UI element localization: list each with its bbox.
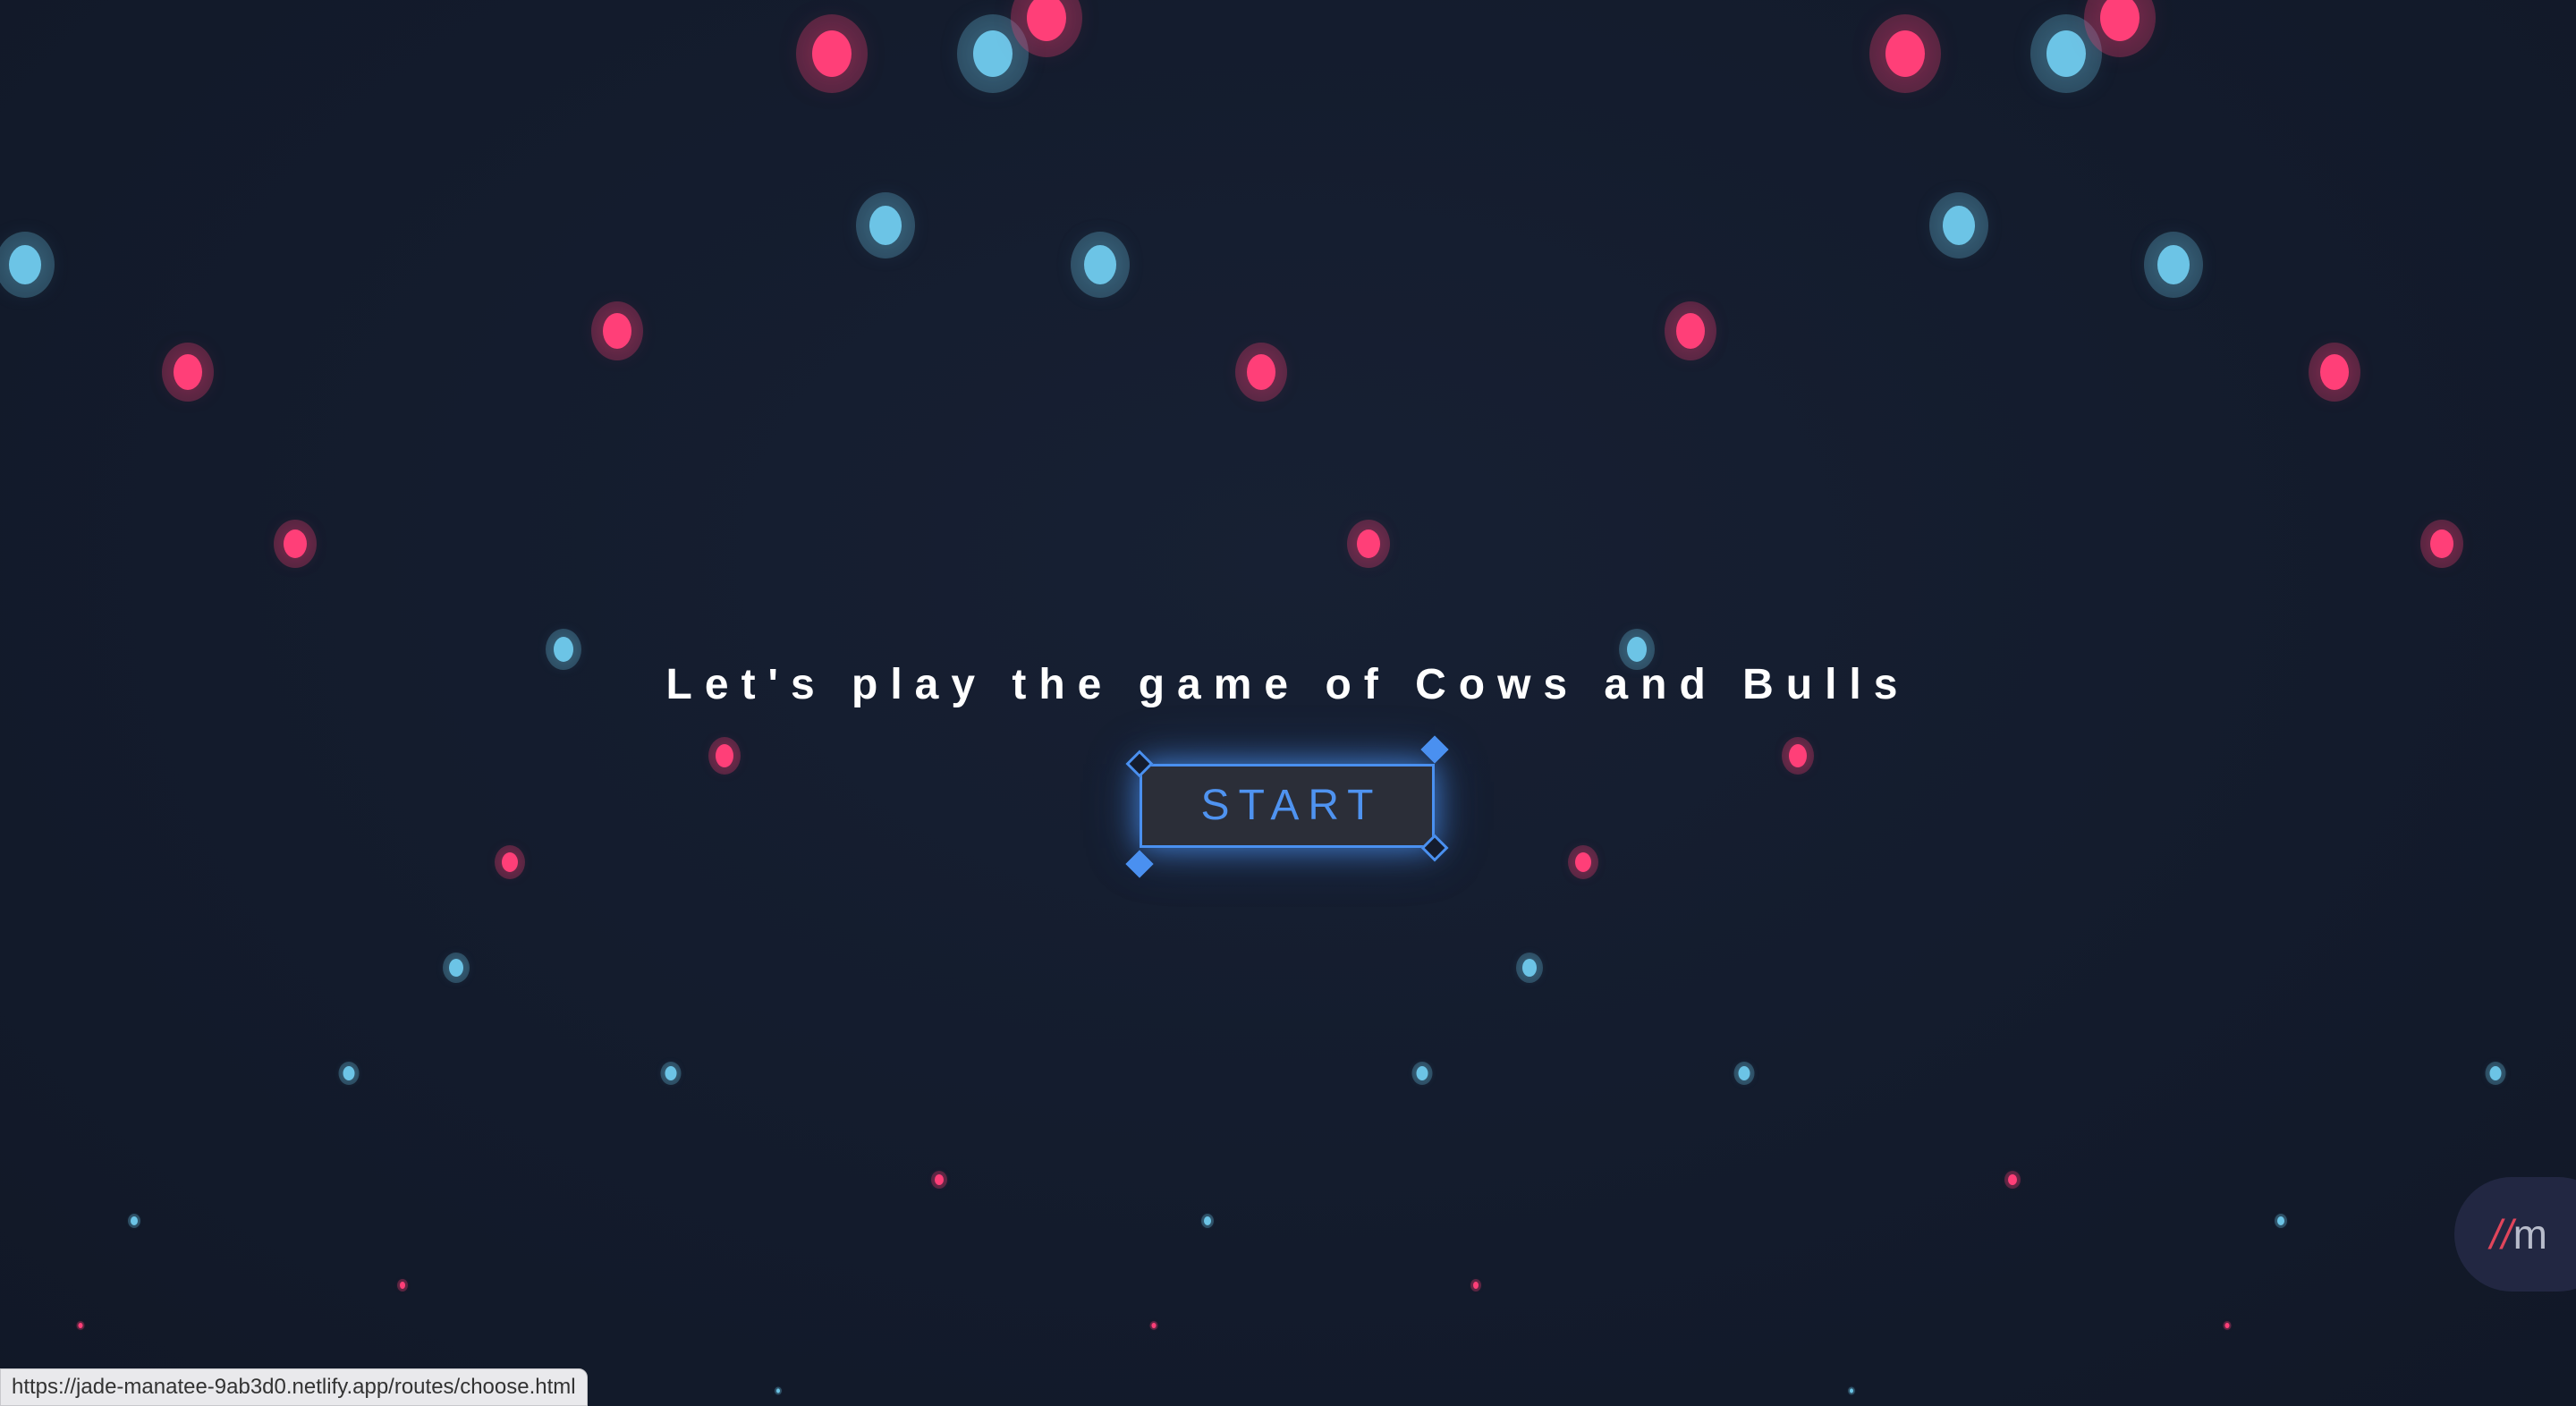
badge-letter: m (2512, 1211, 2547, 1258)
pink-dot (400, 1282, 405, 1289)
blue-dot (776, 1388, 780, 1393)
start-button[interactable]: START (1140, 764, 1435, 848)
blue-dot (665, 1066, 677, 1080)
blue-dot (2157, 245, 2190, 284)
pink-dot (812, 30, 852, 77)
blue-dot (131, 1216, 138, 1225)
blue-dot (343, 1066, 355, 1080)
pink-dot (1357, 529, 1380, 558)
blue-dot (1204, 1216, 1211, 1225)
pink-dot (502, 852, 518, 872)
pink-dot (2320, 354, 2349, 390)
pink-dot (935, 1174, 944, 1185)
blue-dot (1943, 206, 1975, 245)
pink-dot (1027, 0, 1066, 41)
pink-dot (2100, 0, 2140, 41)
link-status-bar: https://jade-manatee-9ab3d0.netlify.app/… (0, 1368, 588, 1406)
blue-dot (449, 959, 463, 977)
game-title: Let's play the game of Cows and Bulls (665, 661, 1911, 708)
pink-dot (284, 529, 307, 558)
corner-diamond-icon (1125, 850, 1154, 878)
blue-dot (973, 30, 1013, 77)
pink-dot (2430, 529, 2453, 558)
badge-slashes: // (2490, 1211, 2513, 1258)
corner-diamond-icon (1420, 735, 1449, 764)
blue-dot (1738, 1066, 1750, 1080)
pink-dot (2008, 1174, 2017, 1185)
pink-dot (1575, 852, 1591, 872)
pink-dot (1676, 313, 1705, 349)
badge-logo-icon[interactable]: //m (2454, 1177, 2576, 1292)
pink-dot (1473, 1282, 1479, 1289)
pink-dot (603, 313, 631, 349)
pink-dot (1885, 30, 1925, 77)
blue-dot (1416, 1066, 1428, 1080)
blue-dot (2489, 1066, 2502, 1080)
pink-dot (1247, 354, 1275, 390)
blue-dot (554, 637, 573, 662)
blue-dot (1627, 637, 1647, 662)
pink-dot (716, 744, 733, 767)
pink-dot (174, 354, 202, 390)
blue-dot (2046, 30, 2086, 77)
pink-dot (1789, 744, 1807, 767)
pink-dot (2224, 1323, 2230, 1328)
game-stage: Let's play the game of Cows and Bulls ST… (0, 0, 2576, 1406)
pink-dot (78, 1323, 83, 1328)
start-button-frame: START (1125, 735, 1449, 878)
blue-dot (1522, 959, 1537, 977)
blue-dot (869, 206, 902, 245)
blue-dot (1084, 245, 1116, 284)
blue-dot (9, 245, 41, 284)
blue-dot (2277, 1216, 2284, 1225)
blue-dot (1850, 1388, 1853, 1393)
pink-dot (1151, 1323, 1157, 1328)
